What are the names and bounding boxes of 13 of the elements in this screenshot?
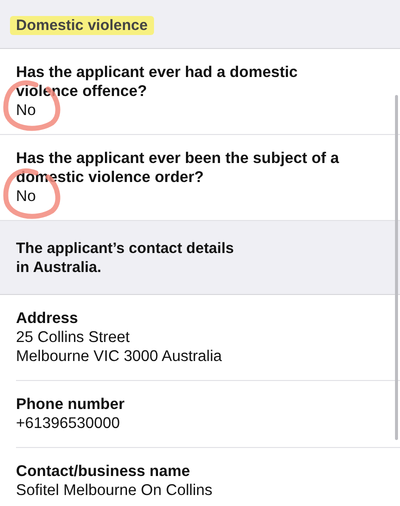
section-title: Domestic violence (10, 16, 154, 35)
field-label: Has the applicant ever been the subject of a domestic violence order? (16, 149, 340, 187)
field-label: Has the applicant ever had a domestic violence offence? (16, 63, 299, 101)
field-label: Address (16, 309, 80, 328)
field-label: Phone number (16, 395, 126, 414)
field-value: No (16, 101, 37, 120)
section-title: The applicant’s contact details in Australia. (16, 239, 235, 277)
field-value: Melbourne VIC 3000 Australia (16, 347, 223, 366)
field-value: Sofitel Melbourne On Collins (16, 481, 214, 500)
field-value: 25 Collins Street (16, 328, 131, 347)
field-value: No (16, 187, 37, 206)
field-label: Contact/business name (16, 462, 191, 481)
field-value: +61396530000 (16, 414, 121, 433)
